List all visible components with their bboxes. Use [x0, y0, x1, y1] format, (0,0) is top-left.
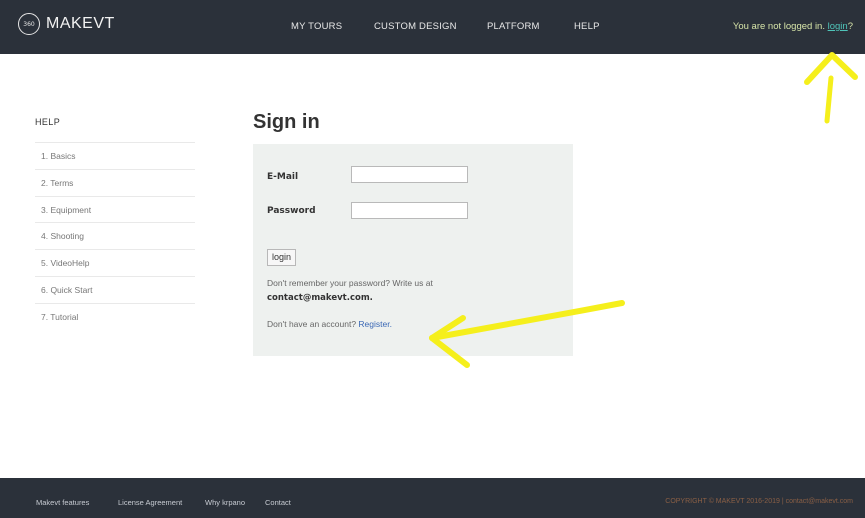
email-label: E-Mail [267, 172, 299, 182]
contact-email[interactable]: contact@makevt.com. [267, 293, 373, 303]
footer-link-contact[interactable]: Contact [265, 498, 291, 507]
footer-link-why-krpano[interactable]: Why krpano [205, 498, 245, 507]
sidebar-item-videohelp[interactable]: 5. VideoHelp [35, 249, 195, 276]
sidebar-item-equipment[interactable]: 3. Equipment [35, 195, 195, 223]
password-label: Password [267, 206, 316, 216]
register-link[interactable]: Register. [358, 319, 392, 329]
footer-link-features[interactable]: Makevt features [36, 498, 89, 507]
sidebar-item-basics[interactable]: 1. Basics [35, 142, 195, 169]
page-title: Sign in [253, 111, 320, 133]
no-account-text: Don't have an account? [267, 319, 357, 329]
arrow-up-head-annotation [804, 52, 858, 85]
signin-panel: E-Mail Password login Don't remember you… [253, 144, 573, 356]
sidebar-title: HELP [35, 117, 61, 127]
top-navbar: 360 MAKEVT MY TOURS CUSTOM DESIGN PLATFO… [0, 0, 865, 54]
nav-platform[interactable]: PLATFORM [487, 21, 540, 32]
no-account-line: Don't have an account? Register. [267, 319, 392, 329]
password-field[interactable] [351, 202, 468, 219]
forgot-password-text: Don't remember your password? Write us a… [267, 278, 433, 288]
sidebar-item-terms[interactable]: 2. Terms [35, 168, 195, 196]
login-status-suffix: ? [847, 21, 853, 32]
sidebar-item-shooting[interactable]: 4. Shooting [35, 222, 195, 249]
email-field[interactable] [351, 166, 468, 183]
login-status-text: You are not logged in. [732, 21, 825, 32]
sidebar-item-quick-start[interactable]: 6. Quick Start [35, 275, 195, 303]
login-button[interactable]: login [267, 249, 297, 266]
sidebar-item-tutorial[interactable]: 7. Tutorial [35, 302, 195, 330]
nav-help[interactable]: HELP [574, 21, 600, 32]
footer-copyright: COPYRIGHT © MAKEVT 2016-2019 | contact@m… [665, 498, 853, 505]
nav-custom-design[interactable]: CUSTOM DESIGN [374, 21, 457, 32]
arrow-up-annotation [824, 75, 834, 124]
nav-my-tours[interactable]: MY TOURS [291, 21, 342, 32]
contact-line: contact@makevt.com. [267, 292, 373, 303]
login-status: You are not logged in. login? [733, 21, 853, 32]
footer-link-license[interactable]: License Agreement [118, 498, 182, 507]
footer: Makevt features License Agreement Why kr… [0, 478, 865, 518]
header-login-link[interactable]: login [828, 21, 848, 32]
help-sidebar: 1. Basics 2. Terms 3. Equipment 4. Shoot… [35, 142, 195, 330]
